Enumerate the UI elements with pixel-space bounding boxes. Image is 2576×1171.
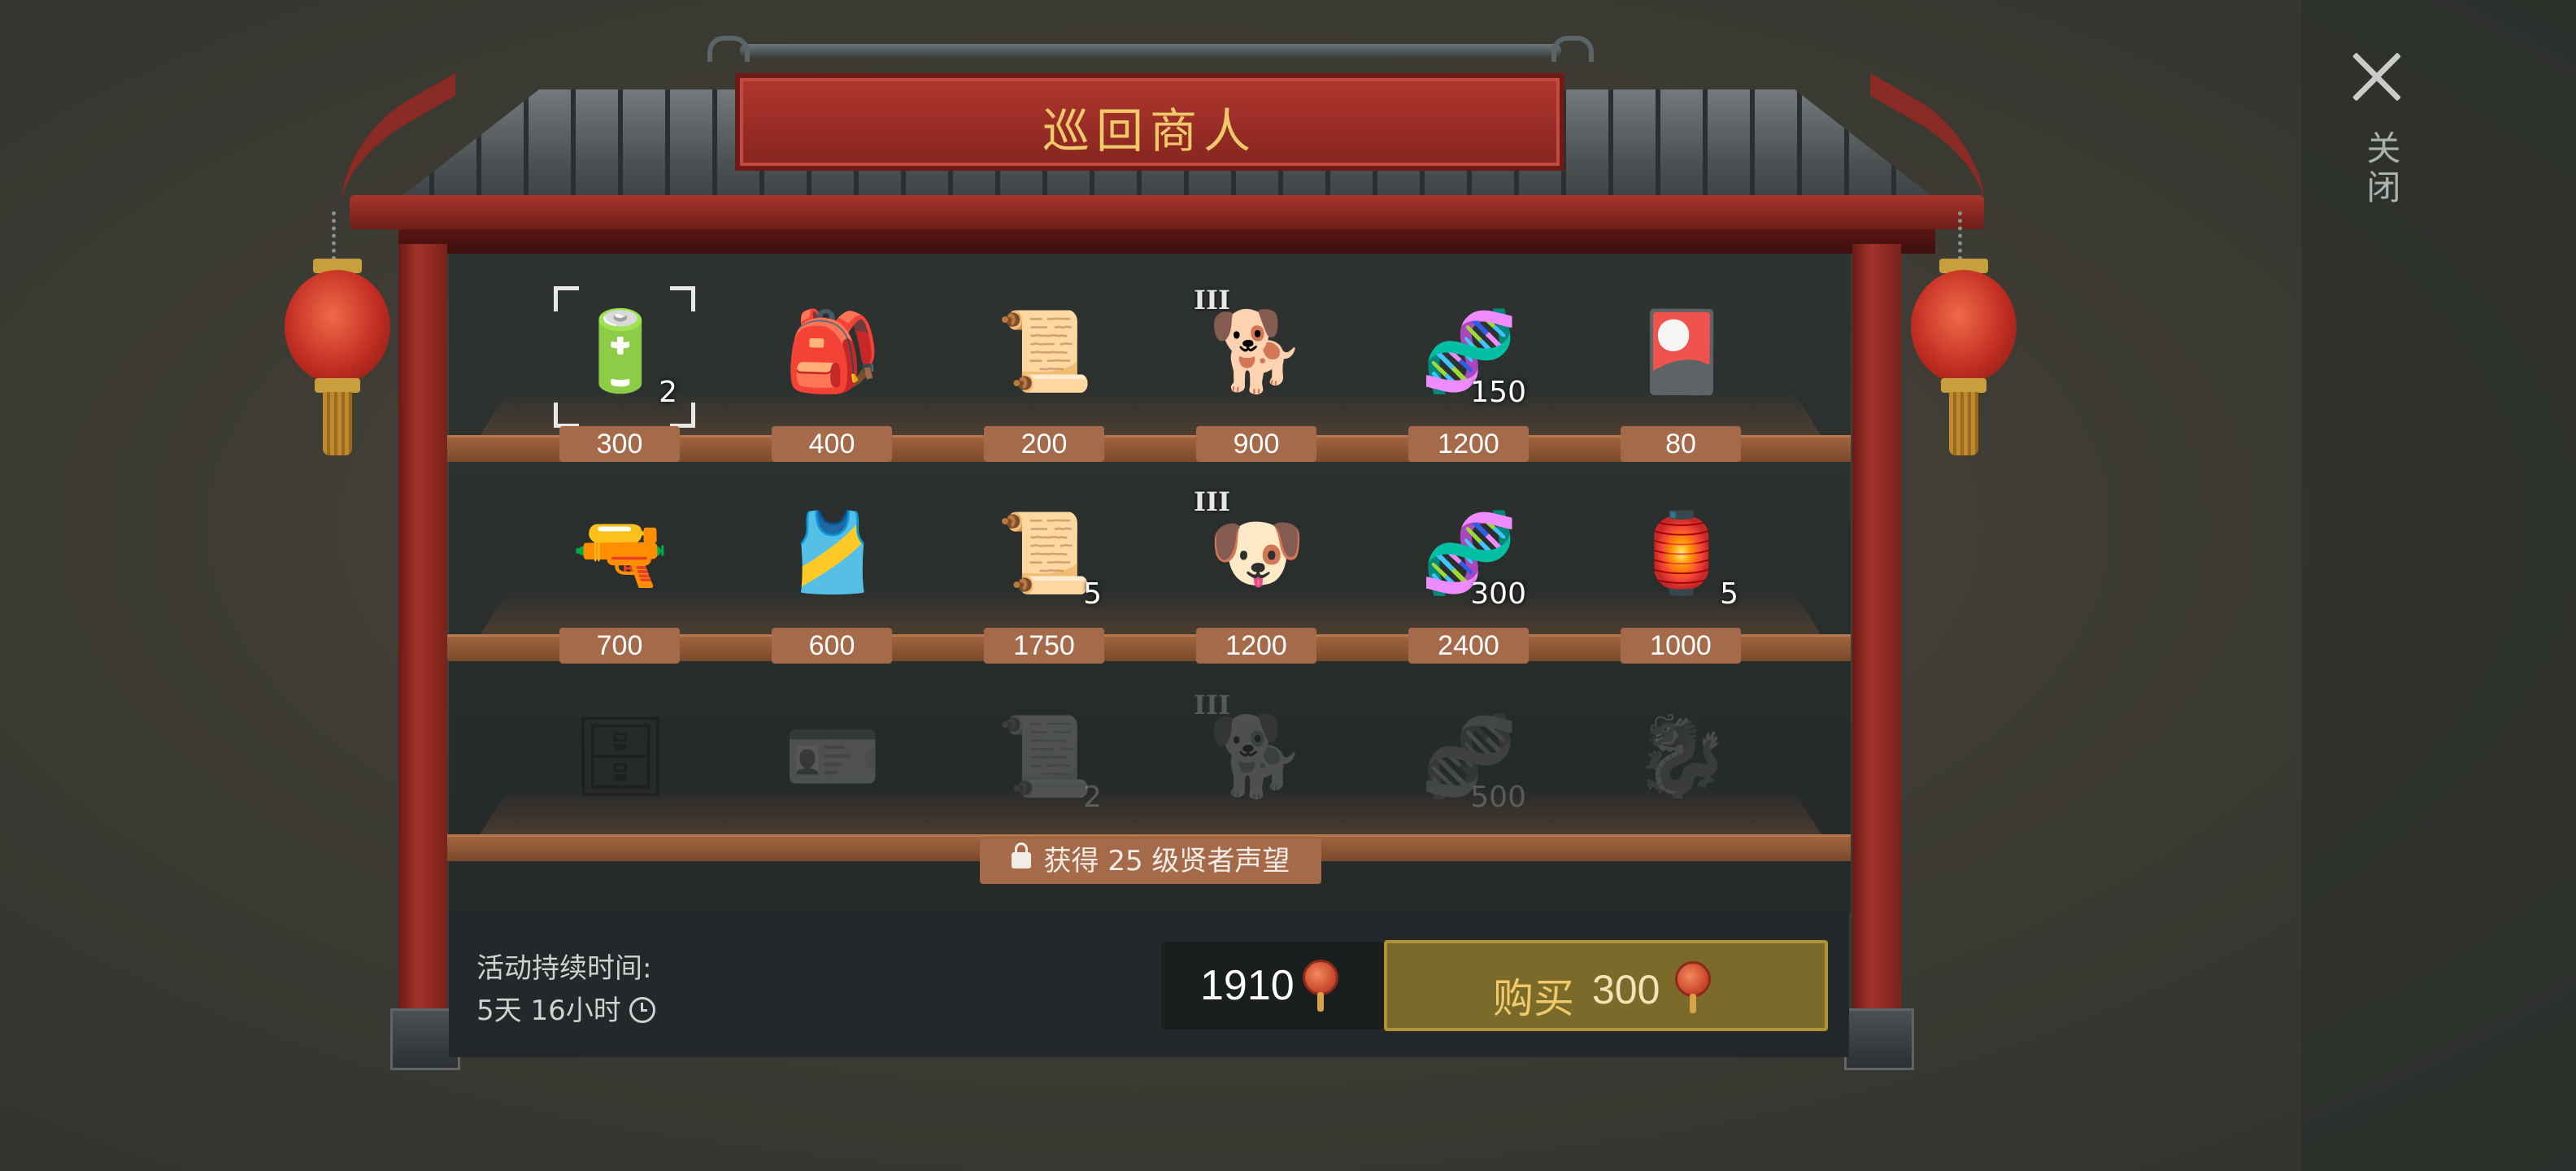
item-price: 80 <box>1621 426 1741 462</box>
page-title: 巡回商人 <box>1042 103 1257 159</box>
item-price: 1200 <box>1408 426 1529 462</box>
dragon-statue-icon: 🐉 <box>1633 711 1730 802</box>
saint-bernard-dog-icon: 🐶 <box>1208 507 1306 599</box>
item-price: 300 <box>559 426 680 462</box>
duration-label: 活动持续时间: <box>476 952 652 985</box>
duration-value: 5天 16小时 <box>476 995 621 1027</box>
roof-beam <box>350 195 1984 229</box>
pillar-base-right <box>1844 1008 1914 1070</box>
shop-item[interactable]: 🎒 400 <box>751 278 914 473</box>
item-quantity: 2 <box>659 376 677 409</box>
shop-item[interactable]: 📜 200 <box>964 278 1126 473</box>
item-price: 600 <box>772 628 892 664</box>
pillar-right <box>1852 244 1901 1049</box>
pillar-left <box>398 244 447 1049</box>
locked-shop-item: 🧬 500 <box>1388 683 1551 878</box>
item-price: 900 <box>1196 426 1316 462</box>
unlock-requirement-badge: 获得 25 级贤者声望 <box>980 838 1321 884</box>
shop-item[interactable]: III 🐕 900 <box>1176 278 1338 473</box>
item-quantity: 150 <box>1470 376 1526 409</box>
currency-amount: 1910 <box>1200 962 1295 1009</box>
shop-item[interactable]: III 🐶 1200 <box>1176 480 1338 675</box>
unlock-requirement-text: 获得 25 级贤者声望 <box>1043 845 1290 877</box>
item-quantity: 500 <box>1470 781 1526 814</box>
item-price: 2400 <box>1408 628 1529 664</box>
locked-shop-item: 🐉 <box>1600 683 1763 878</box>
scroll-icon: 📜 <box>996 306 1094 397</box>
shop-item[interactable]: 📜 5 1750 <box>964 480 1126 675</box>
martial-arts-card-icon: 🎴 <box>1633 306 1730 397</box>
shop-item[interactable]: 🎽 600 <box>751 480 914 675</box>
item-price: 200 <box>984 426 1104 462</box>
close-button[interactable]: 关闭 <box>2342 41 2415 220</box>
item-price: 1000 <box>1621 628 1741 664</box>
shop-item[interactable]: 🧬 300 2400 <box>1388 480 1551 675</box>
item-quantity: 300 <box>1470 577 1526 611</box>
buy-button[interactable]: 购买 300 <box>1384 940 1828 1031</box>
lock-icon <box>1011 842 1031 868</box>
fan-currency-icon <box>1299 960 1342 1012</box>
close-icon[interactable] <box>2348 49 2405 106</box>
locker-icon: 🗄 <box>571 711 670 802</box>
duration-row: 5天 16小时 <box>476 988 655 1028</box>
backpack-icon: 🎒 <box>784 306 881 397</box>
sniper-rifle-icon: 🔫 <box>572 507 669 599</box>
item-price: 700 <box>559 628 680 664</box>
photo-badge-icon: 🪪 <box>784 711 881 802</box>
lantern-left-icon <box>281 211 394 455</box>
title-plaque: 巡回商人 <box>735 73 1564 171</box>
locked-shop-item: 🪪 <box>751 683 914 878</box>
locked-shop-item: 🗄 <box>539 683 702 878</box>
item-price: 1750 <box>984 628 1104 664</box>
item-quantity: 2 <box>1083 781 1102 814</box>
roof-beam-lower <box>398 229 1935 254</box>
buy-label: 购买 <box>1493 975 1574 1022</box>
item-price: 1200 <box>1196 628 1316 664</box>
shop-item[interactable]: 🧬 150 1200 <box>1388 278 1551 473</box>
close-label: 关闭 <box>2361 130 2401 208</box>
clock-icon <box>629 996 655 1023</box>
item-quantity: 5 <box>1720 577 1738 611</box>
vest-outfit-icon: 🎽 <box>784 507 881 599</box>
currency-balance: 1910 <box>1161 942 1386 1030</box>
shop-item[interactable]: 🏮 5 1000 <box>1600 480 1763 675</box>
item-price: 400 <box>772 426 892 462</box>
lantern-right-icon <box>1907 211 2021 455</box>
buy-price: 300 <box>1592 967 1660 1012</box>
item-quantity: 5 <box>1083 577 1102 611</box>
husky-dog-icon: 🐕 <box>1208 306 1306 397</box>
roof-ridge <box>707 33 1594 67</box>
dark-dog-icon: 🐕 <box>1208 711 1306 802</box>
shop-item[interactable]: 🔋 2 300 <box>539 278 702 473</box>
shop-item[interactable]: 🎴 80 <box>1600 278 1763 473</box>
shop-item[interactable]: 🔫 700 <box>539 480 702 675</box>
fan-currency-icon <box>1672 961 1714 1013</box>
